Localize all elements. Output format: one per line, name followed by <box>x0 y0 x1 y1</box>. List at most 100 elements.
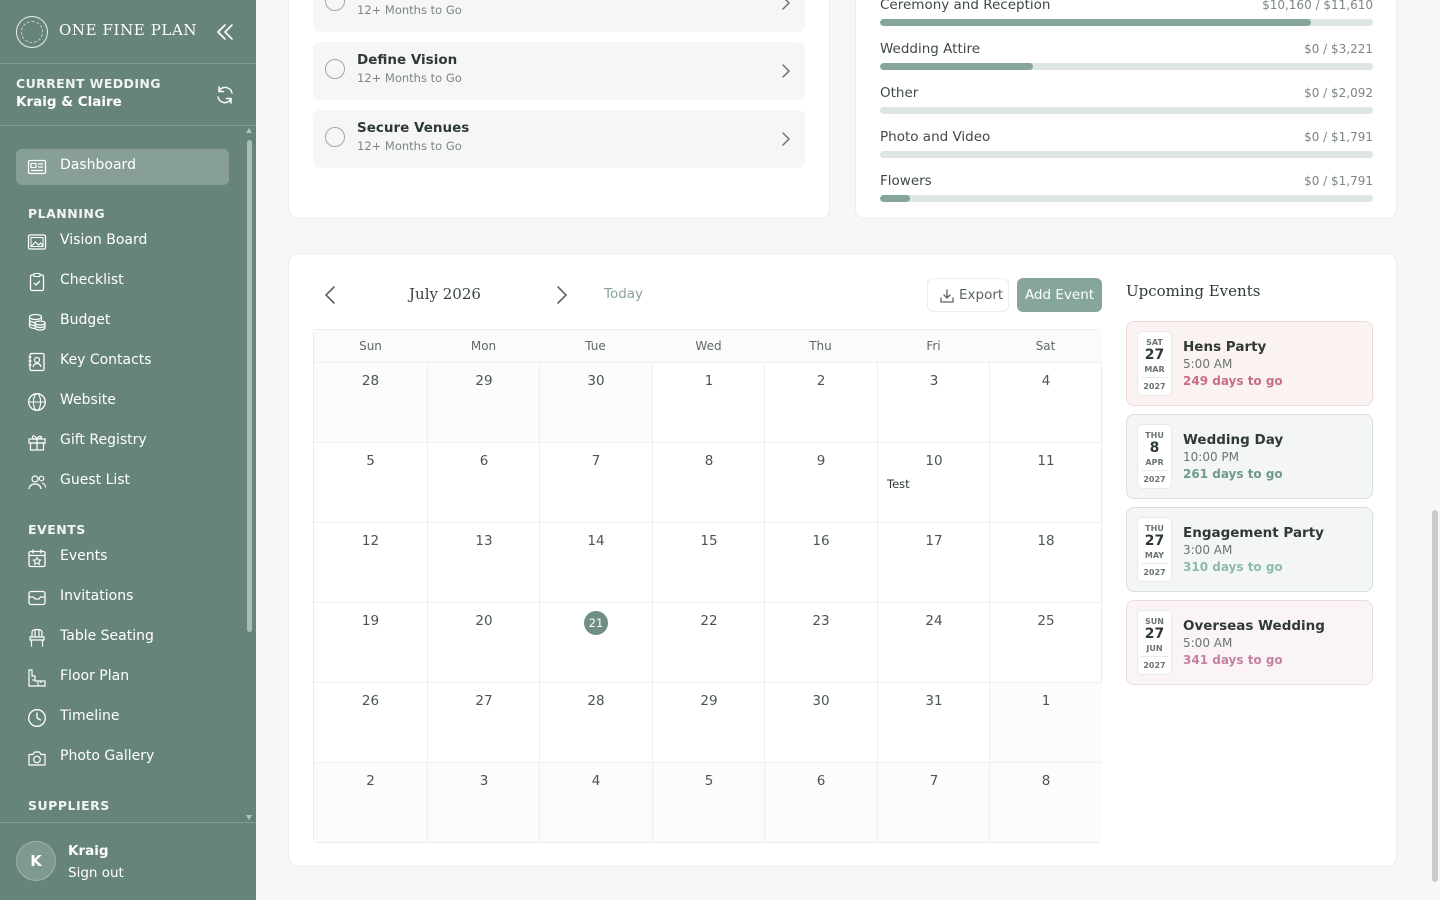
sidebar-item-photo-gallery[interactable]: Photo Gallery <box>16 740 229 776</box>
calendar-day[interactable]: 14 <box>539 522 652 602</box>
calendar-day[interactable]: 2 <box>764 362 877 442</box>
calendar-day[interactable]: 29 <box>652 682 765 762</box>
calendar-day[interactable]: 10 Test <box>877 442 990 522</box>
sidebar-scrollbar[interactable] <box>247 140 252 632</box>
upcoming-event-card[interactable]: THU 8 APR 2027 Wedding Day 10:00 PM 261 days t… <box>1126 414 1373 499</box>
budget-category: Ceremony and Reception <box>880 0 1051 13</box>
task-checkbox[interactable] <box>325 59 345 79</box>
chevron-left-icon[interactable] <box>320 284 342 306</box>
sidebar-item-key-contacts[interactable]: Key Contacts <box>16 344 229 380</box>
day-number: 23 <box>812 613 830 629</box>
sidebar-item-invitations[interactable]: Invitations <box>16 580 229 616</box>
calendar-day[interactable]: 1 <box>989 682 1102 762</box>
export-button[interactable]: Export <box>927 278 1009 312</box>
calendar-day[interactable]: 3 <box>427 762 540 842</box>
upcoming-event-card[interactable]: SUN 27 JUN 2027 Overseas Wedding 5:00 AM 341 d… <box>1126 600 1373 685</box>
sidebar-item-floor-plan[interactable]: Floor Plan <box>16 660 229 696</box>
sidebar-item-vision-board[interactable]: Vision Board <box>16 224 229 260</box>
day-number: 5 <box>366 453 375 469</box>
scroll-up-arrow-icon[interactable] <box>246 128 252 133</box>
day-number: 3 <box>929 373 939 389</box>
checklist-task[interactable]: Define Vision 12+ Months to Go <box>313 42 805 100</box>
checklist-task[interactable]: Secure Venues 12+ Months to Go <box>313 110 805 168</box>
budget-row[interactable]: Wedding Attire $0 / $3,221 <box>880 41 1373 81</box>
calendar-day[interactable]: 23 <box>764 602 877 682</box>
sidebar-item-table-seating[interactable]: Table Seating <box>16 620 229 656</box>
calendar-day[interactable]: 28 <box>539 682 652 762</box>
calendar-day[interactable]: 20 <box>427 602 540 682</box>
chevron-right-icon <box>782 64 791 78</box>
calendar-day[interactable]: 11 <box>989 442 1102 522</box>
calendar-day[interactable]: 9 <box>764 442 877 522</box>
sidebar-item-checklist[interactable]: Checklist <box>16 264 229 300</box>
sidebar-item-gift-registry[interactable]: Gift Registry <box>16 424 229 460</box>
task-checkbox[interactable] <box>325 127 345 147</box>
calendar-day[interactable]: 17 <box>877 522 990 602</box>
calendar-day[interactable]: 8 <box>989 762 1102 842</box>
today-button[interactable]: Today <box>604 286 643 302</box>
calendar-day[interactable]: 22 <box>652 602 765 682</box>
calendar-day[interactable]: 4 <box>989 362 1102 442</box>
calendar-day[interactable]: 2 <box>314 762 427 842</box>
page-scrollbar[interactable] <box>1432 510 1438 882</box>
task-checkbox[interactable] <box>325 0 345 11</box>
avatar: K <box>16 841 56 881</box>
calendar-day[interactable]: 5 <box>314 442 427 522</box>
calendar-day[interactable]: 3 <box>877 362 990 442</box>
day-number: 1 <box>704 373 714 389</box>
calendar-day[interactable]: 19 <box>314 602 427 682</box>
calendar-day[interactable]: 8 <box>652 442 765 522</box>
budget-row[interactable]: Ceremony and Reception $10,160 / $11,610 <box>880 0 1373 37</box>
calendar-event[interactable]: Test <box>887 477 910 491</box>
calendar-day[interactable]: 26 <box>314 682 427 762</box>
switch-wedding-icon[interactable] <box>214 84 236 106</box>
calendar-day[interactable]: 4 <box>539 762 652 842</box>
calendar-day[interactable]: 1 <box>652 362 765 442</box>
calendar-day[interactable]: 24 <box>877 602 990 682</box>
calendar-day[interactable]: 15 <box>652 522 765 602</box>
sidebar-item-timeline[interactable]: Timeline <box>16 700 229 736</box>
calendar-day[interactable]: 12 <box>314 522 427 602</box>
calendar-day[interactable]: 31 <box>877 682 990 762</box>
event-time: 5:00 AM <box>1183 357 1233 371</box>
event-countdown: 341 days to go <box>1183 653 1283 667</box>
budget-row[interactable]: Photo and Video $0 / $1,791 <box>880 129 1373 169</box>
section-planning: PLANNING <box>28 206 106 221</box>
sidebar-item-website[interactable]: Website <box>16 384 229 420</box>
budget-row[interactable]: Flowers $0 / $1,791 <box>880 173 1373 213</box>
budget-row[interactable]: Other $0 / $2,092 <box>880 85 1373 125</box>
date-divider <box>1141 656 1168 657</box>
calendar-day[interactable]: 27 <box>427 682 540 762</box>
calendar-day[interactable]: 25 <box>989 602 1102 682</box>
scroll-down-arrow-icon[interactable] <box>246 815 252 820</box>
camera-icon <box>28 751 46 766</box>
event-name: Overseas Wedding <box>1183 618 1325 634</box>
day-number: 27 <box>475 693 493 709</box>
sign-out-link[interactable]: Sign out <box>68 865 124 881</box>
upcoming-event-card[interactable]: SAT 27 MAR 2027 Hens Party 5:00 AM 249 days to… <box>1126 321 1373 406</box>
sidebar-item-guest-list[interactable]: Guest List <box>16 464 229 500</box>
calendar-day[interactable]: 28 <box>314 362 427 442</box>
calendar-day[interactable]: 29 <box>427 362 540 442</box>
add-event-button[interactable]: Add Event <box>1017 278 1102 312</box>
sidebar-item-events[interactable]: Events <box>16 540 229 576</box>
calendar-day[interactable]: 6 <box>764 762 877 842</box>
checklist-task[interactable]: 12+ Months to Go <box>313 0 805 32</box>
upcoming-event-card[interactable]: THU 27 MAY 2027 Engagement Party 3:00 AM 310 d… <box>1126 507 1373 592</box>
sidebar-item-dashboard[interactable]: Dashboard <box>16 149 229 185</box>
globe-icon <box>28 393 46 411</box>
calendar-day[interactable]: 7 <box>539 442 652 522</box>
calendar-day[interactable]: 6 <box>427 442 540 522</box>
calendar-day[interactable]: 21 <box>539 602 652 682</box>
calendar-day[interactable]: 13 <box>427 522 540 602</box>
chevron-right-icon[interactable] <box>550 284 572 306</box>
calendar-day[interactable]: 18 <box>989 522 1102 602</box>
sidebar-item-label: Gift Registry <box>60 432 147 448</box>
calendar-day[interactable]: 30 <box>539 362 652 442</box>
calendar-day[interactable]: 30 <box>764 682 877 762</box>
calendar-day[interactable]: 5 <box>652 762 765 842</box>
calendar-day[interactable]: 7 <box>877 762 990 842</box>
calendar-day[interactable]: 16 <box>764 522 877 602</box>
collapse-sidebar-icon[interactable] <box>214 22 236 42</box>
sidebar-item-budget[interactable]: Budget <box>16 304 229 340</box>
